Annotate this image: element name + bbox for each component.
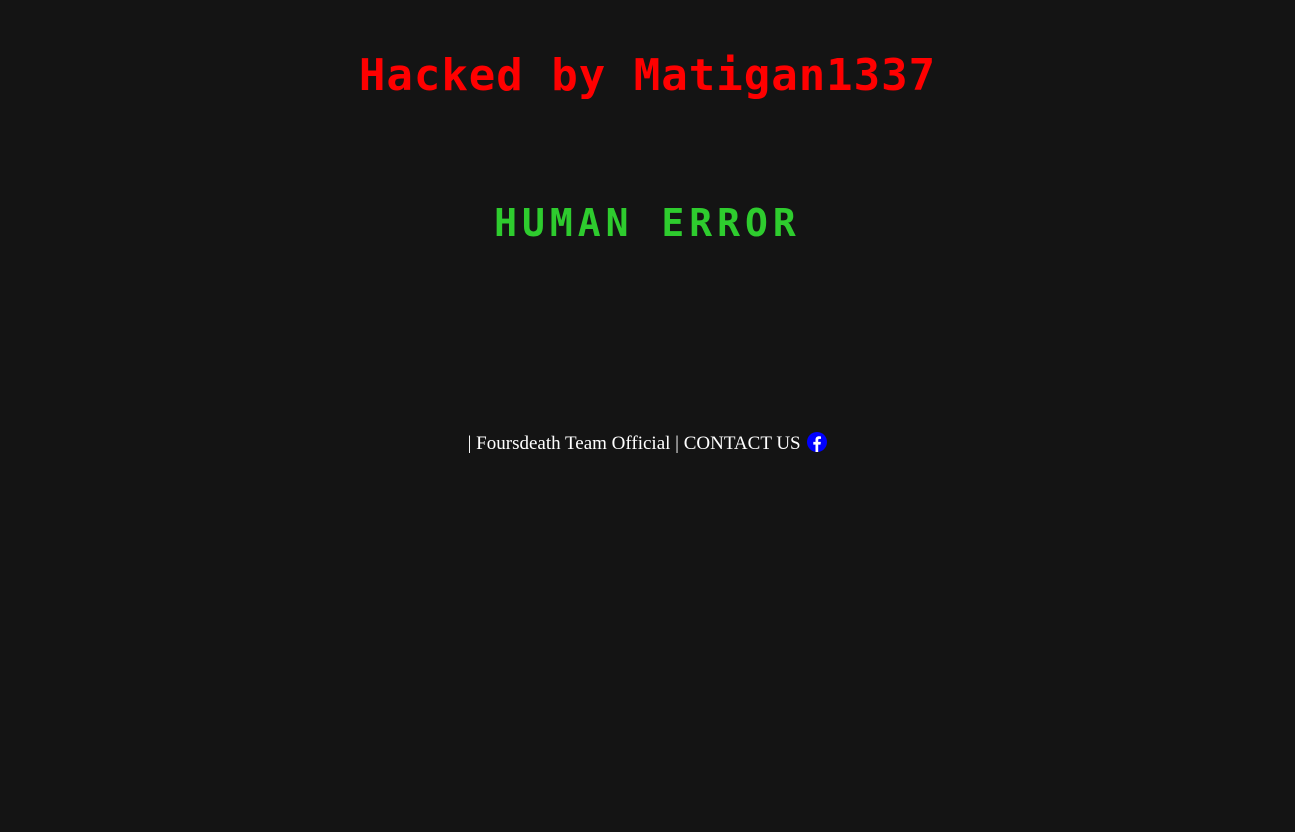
defacement-page: Hacked by Matigan1337 HUMAN ERROR | Four… bbox=[0, 0, 1295, 832]
contact-us-link[interactable]: CONTACT US bbox=[683, 432, 828, 454]
separator-mid: | bbox=[670, 433, 684, 454]
facebook-icon[interactable] bbox=[807, 432, 828, 452]
page-subtitle: HUMAN ERROR bbox=[494, 201, 801, 245]
page-title: Hacked by Matigan1337 bbox=[358, 50, 937, 101]
team-name: Foursdeath Team Official bbox=[476, 433, 671, 454]
contact-us-label: CONTACT US bbox=[683, 433, 801, 454]
footer-credits: | Foursdeath Team Official | CONTACT US bbox=[0, 432, 1295, 456]
separator-left: | bbox=[467, 433, 477, 454]
